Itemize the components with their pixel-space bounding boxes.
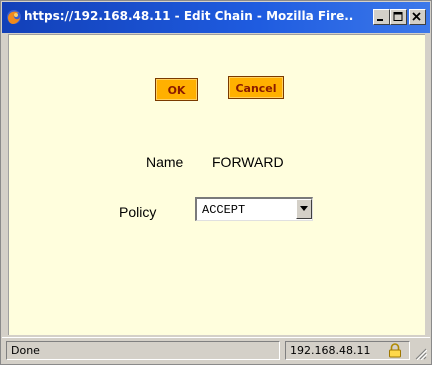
resize-grip-icon[interactable] <box>413 346 427 360</box>
policy-select[interactable]: ACCEPT <box>195 197 313 221</box>
close-icon <box>412 12 421 21</box>
minimize-icon <box>377 19 383 21</box>
cancel-button[interactable]: Cancel <box>228 76 284 99</box>
name-label: Name <box>146 154 184 170</box>
maximize-button[interactable] <box>390 9 407 25</box>
minimize-button[interactable] <box>373 9 390 25</box>
status-text: Done <box>11 344 40 357</box>
policy-label: Policy <box>119 204 157 220</box>
dialog-content: OK Cancel Name FORWARD Policy ACCEPT <box>8 34 425 335</box>
ok-button[interactable]: OK <box>155 78 198 101</box>
chevron-down-icon <box>300 206 308 211</box>
browser-popup-window: https://192.168.48.11 - Edit Chain - Moz… <box>0 0 432 365</box>
maximize-icon <box>393 12 403 21</box>
policy-selected-value: ACCEPT <box>202 203 246 217</box>
window-title: https://192.168.48.11 - Edit Chain - Moz… <box>24 9 354 23</box>
status-bar: Done 192.168.48.11 <box>2 337 430 364</box>
status-panel: Done <box>6 341 280 360</box>
name-value: FORWARD <box>212 154 284 170</box>
lock-icon[interactable] <box>388 343 402 358</box>
close-button[interactable] <box>409 9 426 25</box>
status-host: 192.168.48.11 <box>290 344 371 357</box>
policy-dropdown-button[interactable] <box>296 199 312 219</box>
security-panel[interactable]: 192.168.48.11 <box>285 341 410 360</box>
title-bar[interactable]: https://192.168.48.11 - Edit Chain - Moz… <box>2 2 430 33</box>
firefox-icon <box>6 9 22 25</box>
